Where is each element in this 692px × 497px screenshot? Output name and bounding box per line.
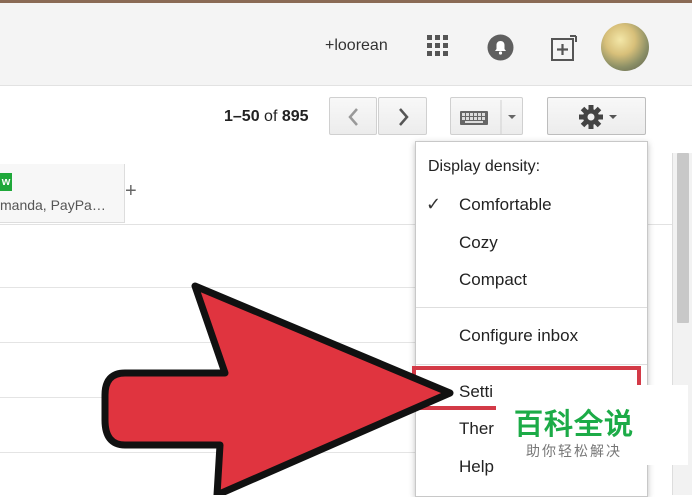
watermark-logo-text: 百科全说 xyxy=(514,409,635,441)
watermark-slogan: 助你轻松解决 xyxy=(526,443,622,459)
watermark: 百科全说 助你轻松解决 xyxy=(496,385,688,465)
